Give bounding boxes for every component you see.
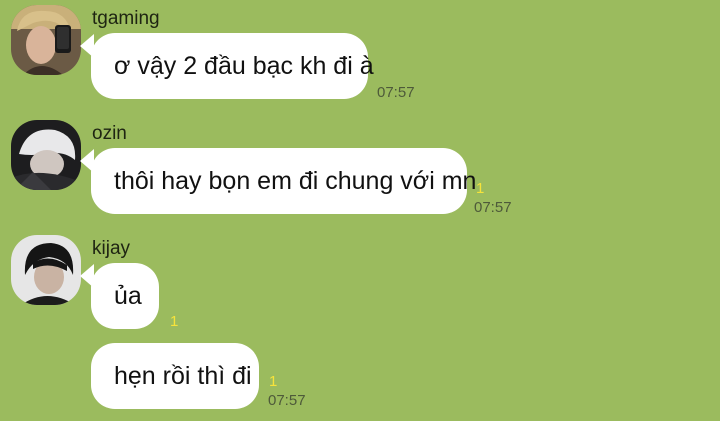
message-text: ủa bbox=[114, 281, 142, 310]
unread-count-badge: 1 bbox=[269, 373, 278, 390]
message-text: ơ vậy 2 đầu bạc kh đi à bbox=[114, 51, 374, 80]
sender-name-kijay: kijay bbox=[92, 238, 131, 259]
message-text: hẹn rồi thì đi bbox=[114, 361, 252, 390]
message-timestamp: 07:57 bbox=[474, 199, 512, 216]
sender-name-tgaming: tgaming bbox=[92, 8, 160, 29]
message-bubble[interactable]: hẹn rồi thì đi bbox=[91, 343, 259, 409]
unread-count-badge: 1 bbox=[476, 180, 485, 197]
message-bubble[interactable]: thôi hay bọn em đi chung với mn bbox=[91, 148, 476, 214]
unread-count-badge: 1 bbox=[170, 313, 179, 330]
message-text: thôi hay bọn em đi chung với mn bbox=[114, 166, 477, 195]
user-avatar-icon bbox=[11, 5, 81, 75]
user-avatar-icon bbox=[11, 120, 81, 190]
avatar-tgaming[interactable] bbox=[11, 5, 81, 75]
message-bubble[interactable]: ơ vậy 2 đầu bạc kh đi à bbox=[91, 33, 374, 99]
message-timestamp: 07:57 bbox=[268, 392, 306, 409]
message-timestamp: 07:57 bbox=[377, 84, 415, 101]
avatar-ozin[interactable] bbox=[11, 120, 81, 190]
message-bubble[interactable]: ủa bbox=[91, 263, 159, 329]
user-avatar-icon bbox=[11, 235, 81, 305]
sender-name-ozin: ozin bbox=[92, 123, 127, 144]
avatar-kijay[interactable] bbox=[11, 235, 81, 305]
